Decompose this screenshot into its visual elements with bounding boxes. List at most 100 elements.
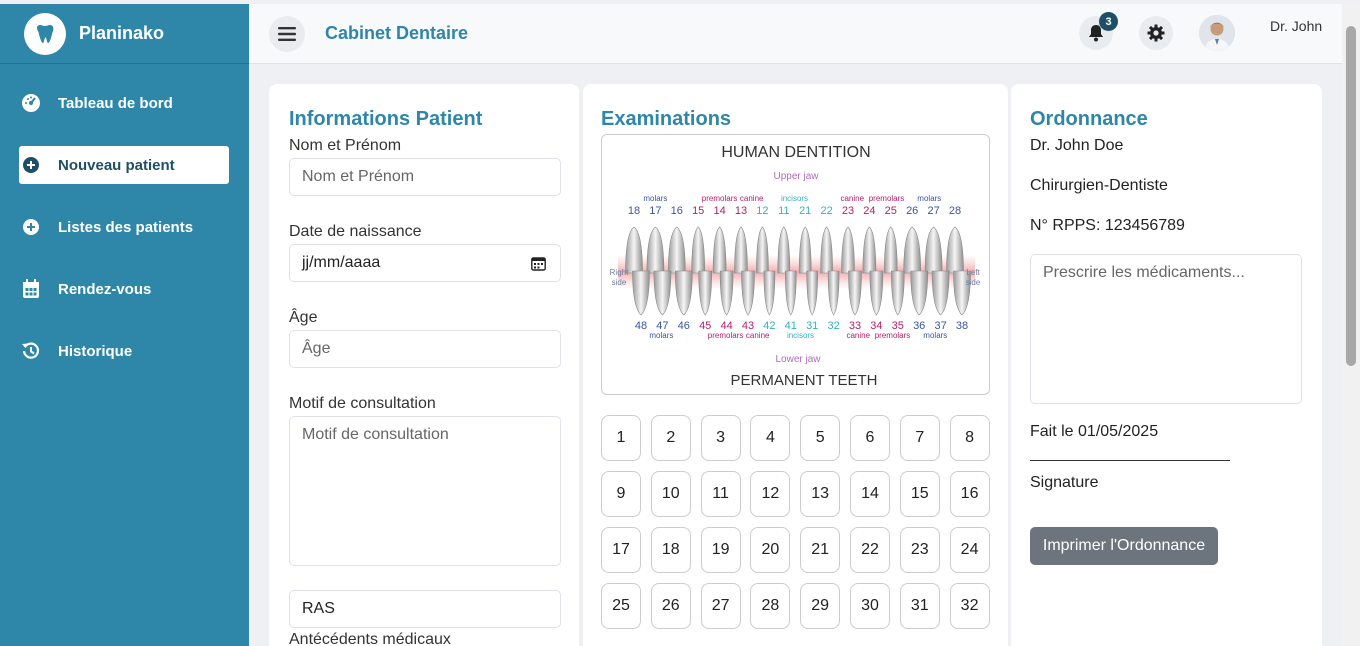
sidebar-item-label: Nouveau patient	[58, 156, 175, 174]
tooth-group-label: molars	[643, 194, 667, 203]
tooth-icon	[24, 12, 66, 55]
upper-tooth-number: 14	[713, 205, 725, 217]
upper-tooth-shape	[756, 226, 769, 274]
tooth-button[interactable]: 30	[849, 583, 890, 629]
tooth-button[interactable]: 22	[849, 527, 890, 573]
lower-tooth-number: 48	[635, 320, 647, 332]
tooth-button[interactable]: 8	[949, 415, 990, 461]
brand[interactable]: Planinako	[0, 4, 249, 64]
lower-tooth-shape	[632, 270, 650, 316]
lower-tooth-number: 38	[956, 320, 968, 332]
tooth-button[interactable]: 1	[601, 415, 641, 461]
tooth-button[interactable]: 29	[800, 583, 841, 629]
tooth-button[interactable]: 18	[650, 527, 691, 573]
tooth-button[interactable]: 28	[750, 583, 791, 629]
tooth-button[interactable]: 13	[800, 471, 841, 517]
print-prescription-button[interactable]: Imprimer l'Ordonnance	[1030, 527, 1218, 565]
dentition-title: HUMAN DENTITION	[721, 144, 870, 161]
sidebar-item-dashboard[interactable]: Tableau de bord	[19, 84, 229, 122]
ordonnance-title: Ordonnance	[1030, 108, 1148, 130]
menu-toggle-button[interactable]	[269, 16, 305, 52]
tooth-button[interactable]: 17	[601, 527, 641, 573]
tooth-button[interactable]: 15	[899, 471, 940, 517]
tooth-button[interactable]: 23	[899, 527, 940, 573]
tooth-button[interactable]: 6	[849, 415, 890, 461]
tooth-button[interactable]: 9	[601, 471, 641, 517]
plus-circle-icon	[21, 155, 41, 175]
tooth-group-label: premolars	[708, 331, 744, 340]
lower-tooth-shape	[763, 270, 776, 316]
tooth-button[interactable]: 5	[800, 415, 841, 461]
avatar[interactable]	[1199, 15, 1235, 51]
upper-tooth-shape	[625, 226, 643, 274]
motif-textarea[interactable]: Motif de consultation	[289, 416, 561, 566]
upper-jaw-label: Upper jaw	[773, 171, 819, 182]
upper-tooth-number: 12	[756, 205, 768, 217]
scrollbar-thumb[interactable]	[1346, 26, 1356, 366]
tooth-button[interactable]: 19	[700, 527, 741, 573]
sidebar-item-history[interactable]: Historique	[19, 332, 229, 370]
sidebar-item-label: Tableau de bord	[58, 94, 173, 112]
tooth-group-label: premolars	[702, 194, 738, 203]
doctor-specialty: Chirurgien-Dentiste	[1030, 177, 1168, 194]
sidebar-item-appointments[interactable]: Rendez-vous	[19, 270, 229, 308]
lower-tooth-shape	[869, 270, 884, 316]
tooth-button[interactable]: 25	[601, 583, 641, 629]
topbar: Cabinet Dentaire 3 Dr. John	[249, 4, 1342, 64]
motif-label: Motif de consultation	[289, 395, 436, 412]
tooth-button[interactable]: 4	[750, 415, 791, 461]
settings-button[interactable]	[1139, 16, 1173, 50]
tooth-button[interactable]: 16	[949, 471, 990, 517]
tooth-button[interactable]: 10	[650, 471, 691, 517]
lower-tooth-shape	[784, 270, 797, 316]
right-side-label: Right side	[610, 268, 629, 287]
dashboard-icon	[21, 93, 41, 113]
tooth-button[interactable]: 26	[650, 583, 691, 629]
tooth-button[interactable]: 11	[700, 471, 741, 517]
tooth-button[interactable]: 20	[750, 527, 791, 573]
tooth-group-label: premolars	[875, 331, 911, 340]
upper-tooth-number: 11	[778, 205, 789, 217]
brand-name: Planinako	[79, 23, 165, 43]
tooth-button[interactable]: 14	[849, 471, 890, 517]
patient-info-panel: Informations Patient Nom et Prénom Nom e…	[269, 84, 579, 646]
tooth-button[interactable]: 27	[700, 583, 741, 629]
lower-jaw-label: Lower jaw	[775, 354, 821, 365]
lower-tooth-shape	[910, 270, 929, 316]
tooth-button[interactable]: 31	[899, 583, 940, 629]
page-scrollbar[interactable]	[1342, 4, 1360, 646]
tooth-group-label: incisors	[781, 194, 808, 203]
upper-tooth-shape	[924, 226, 943, 274]
user-name[interactable]: Dr. John	[1270, 18, 1322, 34]
ordonnance-panel: Ordonnance Dr. John Doe Chirurgien-Denti…	[1011, 84, 1322, 646]
hamburger-icon	[278, 27, 296, 41]
sidebar-item-patient-lists[interactable]: Listes des patients	[19, 208, 229, 246]
sidebar-item-new-patient[interactable]: Nouveau patient	[19, 146, 229, 184]
upper-tooth-shape	[712, 226, 727, 274]
sidebar-nav: Tableau de bord Nouveau patient Listes d…	[0, 84, 249, 370]
tooth-group-label: incisors	[787, 331, 814, 340]
upper-tooth-shape	[798, 226, 812, 274]
prescription-textarea[interactable]: Prescrire les médicaments...	[1030, 254, 1302, 404]
tooth-button[interactable]: 12	[750, 471, 791, 517]
age-input[interactable]: Âge	[289, 330, 561, 368]
name-input[interactable]: Nom et Prénom	[289, 158, 561, 196]
calendar-icon[interactable]	[531, 256, 546, 271]
upper-tooth-number: 15	[692, 205, 704, 217]
tooth-group-label: molars	[917, 194, 941, 203]
rpps-number: N° RPPS: 123456789	[1030, 217, 1185, 234]
tooth-button[interactable]: 24	[949, 527, 990, 573]
tooth-button[interactable]: 32	[949, 583, 990, 629]
tooth-group-label: molars	[649, 331, 673, 340]
left-side-label: Left side	[966, 268, 981, 287]
tooth-button[interactable]: 2	[650, 415, 691, 461]
dob-input[interactable]: jj/mm/aaaa	[289, 244, 561, 282]
age-label: Âge	[289, 309, 318, 326]
tooth-button[interactable]: 21	[800, 527, 841, 573]
tooth-button[interactable]: 3	[700, 415, 741, 461]
tooth-button[interactable]: 7	[899, 415, 940, 461]
tooth-group-label: canine	[840, 194, 864, 203]
lower-tooth-shape	[890, 270, 905, 316]
lower-tooth-shape	[653, 270, 672, 316]
antecedents-input[interactable]: RAS	[289, 590, 561, 628]
